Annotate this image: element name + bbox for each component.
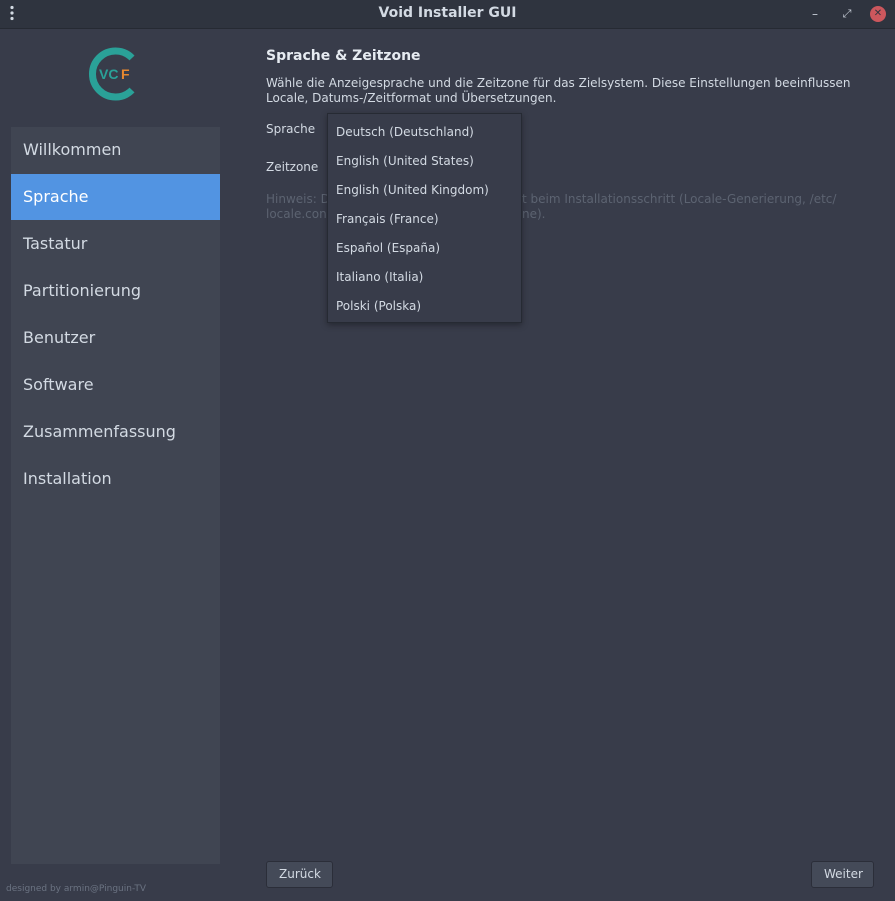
language-option-de-de[interactable]: Deutsch (Deutschland): [328, 118, 521, 147]
hint-line-1-left: Hinweis: D: [266, 192, 330, 206]
next-button[interactable]: Weiter: [811, 861, 874, 888]
language-option-en-us[interactable]: English (United States): [328, 147, 521, 176]
language-option-en-gb[interactable]: English (United Kingdom): [328, 176, 521, 205]
hint-line-2-left: locale.con: [266, 207, 327, 221]
back-button[interactable]: Zurück: [266, 861, 333, 888]
sidebar-item-sprache[interactable]: Sprache: [11, 174, 220, 220]
title-bar: Void Installer GUI – ⤢ ✕: [0, 0, 895, 29]
language-option-pl-pl[interactable]: Polski (Polska): [328, 292, 521, 321]
language-dropdown-popup[interactable]: Deutsch (Deutschland) English (United St…: [327, 113, 522, 323]
sidebar-item-tastatur[interactable]: Tastatur: [11, 221, 220, 267]
sidebar: Willkommen Sprache Tastatur Partitionier…: [11, 127, 220, 864]
window-title: Void Installer GUI: [378, 5, 517, 21]
page-title: Sprache & Zeitzone: [266, 48, 421, 64]
credits-text: designed by armin@Pinguin-TV: [6, 884, 147, 894]
language-option-es-es[interactable]: Español (España): [328, 234, 521, 263]
maximize-button[interactable]: ⤢: [839, 6, 855, 22]
vcf-logo-svg: VC F: [88, 47, 135, 101]
sidebar-item-software[interactable]: Software: [11, 362, 220, 408]
svg-text:VC: VC: [99, 66, 118, 82]
close-button[interactable]: ✕: [870, 6, 886, 22]
sidebar-item-installation[interactable]: Installation: [11, 456, 220, 502]
language-option-fr-fr[interactable]: Français (France): [328, 205, 521, 234]
hint-line-1-right: t beim Installationsschritt (Locale-Gene…: [522, 192, 837, 206]
sidebar-item-partitionierung[interactable]: Partitionierung: [11, 268, 220, 314]
timezone-label: Zeitzone: [266, 160, 319, 174]
sidebar-item-zusammenfassung[interactable]: Zusammenfassung: [11, 409, 220, 455]
language-label: Sprache: [266, 122, 316, 136]
svg-text:F: F: [121, 66, 130, 82]
page-description: Wähle die Anzeigesprache und die Zeitzon…: [266, 76, 851, 105]
sidebar-item-benutzer[interactable]: Benutzer: [11, 315, 220, 361]
sidebar-item-willkommen[interactable]: Willkommen: [11, 127, 220, 173]
hint-line-2-right: ne).: [522, 207, 546, 221]
language-option-it-it[interactable]: Italiano (Italia): [328, 263, 521, 292]
vcf-logo: VC F: [88, 46, 140, 102]
installer-window: Void Installer GUI – ⤢ ✕ VC F Willkommen…: [0, 0, 895, 901]
minimize-button[interactable]: –: [807, 6, 823, 22]
